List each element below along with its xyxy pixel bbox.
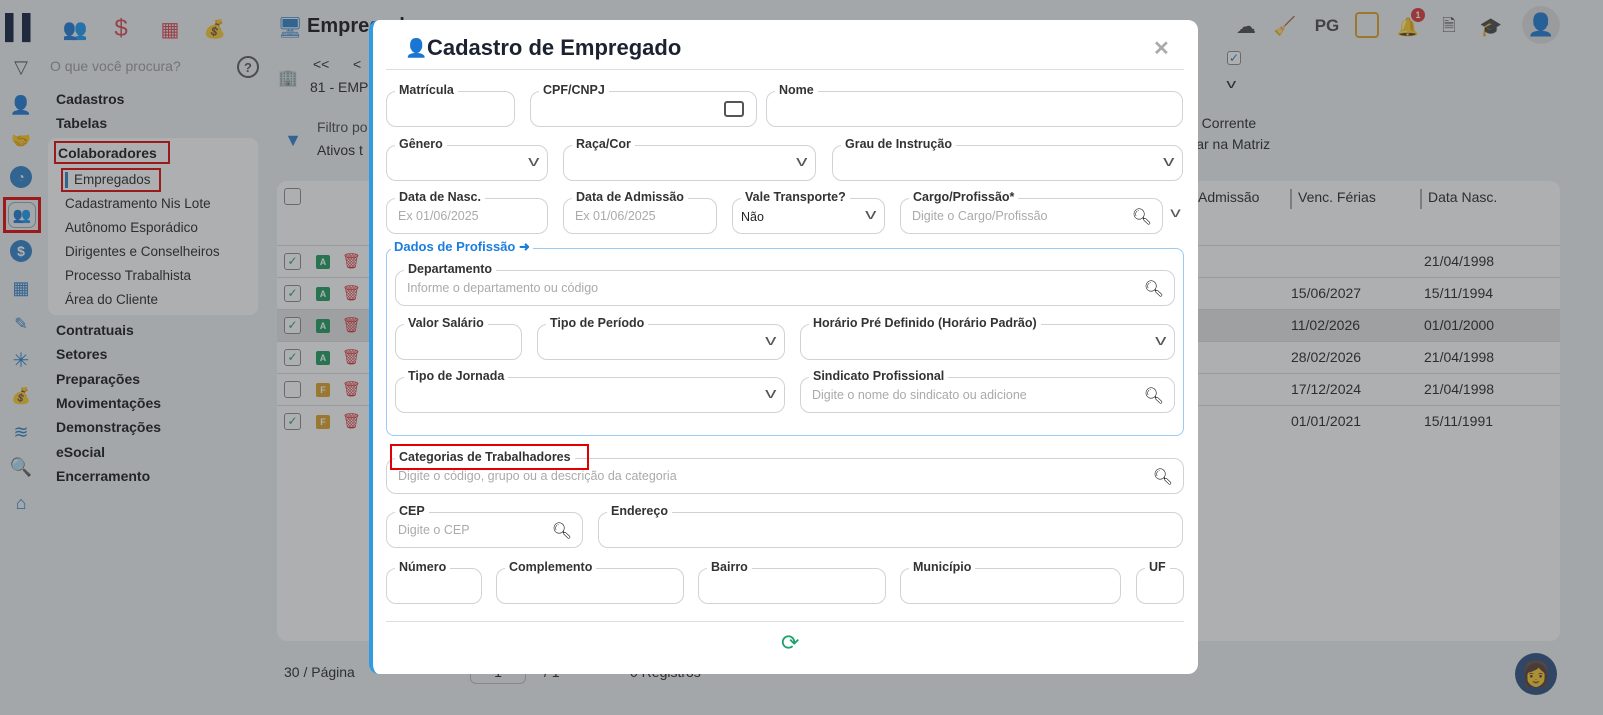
cargo-label: Cargo/Profissão* (909, 190, 1019, 204)
chevron-down-icon: v (1162, 153, 1174, 170)
cpf-field[interactable]: CPF/CNPJ (530, 83, 757, 127)
departamento-label: Departamento (404, 262, 497, 276)
endereco-field[interactable]: Endereço (598, 504, 1183, 548)
tipo-periodo-select[interactable]: Tipo de Período v (537, 316, 785, 360)
uf-field[interactable]: UF (1136, 560, 1184, 604)
numero-label: Número (395, 560, 451, 574)
data-nasc-field[interactable]: Data de Nasc. Ex 01/06/2025 (386, 190, 548, 234)
vale-value: Não (741, 210, 764, 224)
close-button[interactable]: ✕ (1153, 36, 1170, 61)
complemento-field[interactable]: Complemento (496, 560, 684, 604)
modal-title: Cadastro de Empregado (427, 35, 682, 60)
uf-label: UF (1145, 560, 1170, 574)
genero-select[interactable]: Gênero v (386, 137, 548, 181)
cpf-label: CPF/CNPJ (539, 83, 609, 97)
departamento-field[interactable]: Departamento Informe o departamento ou có… (395, 262, 1175, 306)
grau-instrucao-select[interactable]: Grau de Instrução v (832, 137, 1183, 181)
data-admissao-field[interactable]: Data de Admissão Ex 01/06/2025 (563, 190, 717, 234)
data-admissao-placeholder: Ex 01/06/2025 (575, 209, 656, 223)
complemento-label: Complemento (505, 560, 597, 574)
nome-field[interactable]: Nome (766, 83, 1183, 127)
dados-profissao-section: Dados de Profissão ➜ Departamento Informe… (386, 239, 1184, 436)
numero-field[interactable]: Número (386, 560, 482, 604)
footer-divider (386, 621, 1184, 622)
cep-field[interactable]: CEP Digite o CEP 🔍︎ (386, 504, 583, 548)
section-title: Dados de Profissão ➜ (391, 239, 533, 255)
refresh-icon[interactable]: ⟳ (781, 630, 799, 656)
municipio-field[interactable]: Município (900, 560, 1121, 604)
chevron-down-icon: v (795, 153, 807, 170)
nome-label: Nome (775, 83, 818, 97)
raca-label: Raça/Cor (572, 137, 635, 151)
vale-transporte-select[interactable]: Vale Transporte? Não v (732, 190, 885, 234)
genero-label: Gênero (395, 137, 447, 151)
search-icon[interactable]: 🔍︎ (1144, 279, 1164, 299)
valor-salario-field[interactable]: Valor Salário (395, 316, 522, 360)
departamento-placeholder: Informe o departamento ou código (407, 281, 599, 295)
sindicato-placeholder: Digite o nome do sindicato ou adicione (812, 388, 1027, 402)
chevron-down-icon: v (764, 332, 776, 349)
matricula-label: Matrícula (395, 83, 458, 97)
raca-select[interactable]: Raça/Cor v (563, 137, 816, 181)
chevron-down-icon: v (864, 206, 876, 223)
cep-placeholder: Digite o CEP (398, 523, 470, 537)
vale-label: Vale Transporte? (741, 190, 850, 204)
bairro-field[interactable]: Bairro (698, 560, 886, 604)
person-icon: 👤 (405, 38, 428, 58)
matricula-field[interactable]: Matrícula (386, 83, 515, 127)
cep-label: CEP (395, 504, 429, 518)
cadastro-empregado-modal: 👤 Cadastro de Empregado ✕ Matrícula CPF/… (369, 20, 1198, 674)
horario-label: Horário Pré Definido (Horário Padrão) (809, 316, 1041, 330)
endereco-label: Endereço (607, 504, 672, 518)
municipio-label: Município (909, 560, 976, 574)
id-card-icon[interactable] (724, 101, 744, 117)
salario-label: Valor Salário (404, 316, 488, 330)
sindicato-field[interactable]: Sindicato Profissional Digite o nome do s… (800, 369, 1175, 413)
search-icon[interactable]: 🔍︎ (1144, 386, 1164, 406)
horario-select[interactable]: Horário Pré Definido (Horário Padrão) v (800, 316, 1175, 360)
divider (386, 69, 1184, 70)
tipo-jornada-select[interactable]: Tipo de Jornada v (395, 369, 785, 413)
data-admissao-label: Data de Admissão (572, 190, 688, 204)
periodo-label: Tipo de Período (546, 316, 649, 330)
data-nasc-placeholder: Ex 01/06/2025 (398, 209, 479, 223)
grau-label: Grau de Instrução (841, 137, 956, 151)
bairro-label: Bairro (707, 560, 752, 574)
cargo-placeholder: Digite o Cargo/Profissão (912, 209, 1048, 223)
categorias-highlight (390, 444, 589, 470)
cargo-field[interactable]: Cargo/Profissão* Digite o Cargo/Profissão… (900, 190, 1163, 234)
chevron-down-icon: v (764, 385, 776, 402)
jornada-label: Tipo de Jornada (404, 369, 509, 383)
search-icon[interactable]: 🔍︎ (1132, 207, 1152, 227)
categorias-placeholder: Digite o código, grupo ou a descrição da… (398, 469, 677, 483)
chevron-down-icon: v (527, 153, 539, 170)
search-icon[interactable]: 🔍︎ (552, 521, 572, 541)
sindicato-label: Sindicato Profissional (809, 369, 949, 383)
expand-chevron-icon[interactable]: v (1170, 204, 1181, 220)
data-nasc-label: Data de Nasc. (395, 190, 485, 204)
chevron-down-icon: v (1154, 332, 1166, 349)
search-icon[interactable]: 🔍︎ (1153, 467, 1173, 487)
